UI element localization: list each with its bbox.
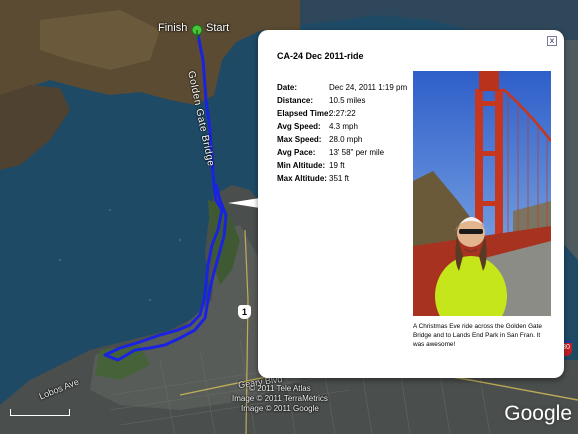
ride-photo bbox=[413, 71, 551, 316]
stat-value: 28.0 mph bbox=[329, 135, 363, 144]
attribution-line-3: Image © 2011 Google bbox=[241, 404, 319, 413]
stat-label: Min Altitude: bbox=[277, 161, 326, 170]
photo-caption: A Christmas Eve ride across the Golden G… bbox=[413, 323, 542, 348]
stat-value: Dec 24, 2011 1:19 pm bbox=[329, 83, 408, 92]
balloon-pointer bbox=[228, 198, 260, 208]
finish-label: Finish bbox=[158, 22, 188, 34]
stat-label: Distance: bbox=[277, 96, 314, 105]
close-icon[interactable]: x bbox=[547, 36, 557, 46]
stat-label: Max Speed: bbox=[277, 135, 322, 144]
stat-label: Avg Pace: bbox=[277, 148, 316, 157]
stat-value: 19 ft bbox=[329, 161, 345, 170]
attribution-line-2: Image © 2011 TerraMetrics bbox=[232, 394, 328, 403]
stat-label: Avg Speed: bbox=[277, 122, 321, 131]
stat-value: 4.3 mph bbox=[329, 122, 358, 131]
stat-label: Elapsed Time: bbox=[277, 109, 332, 118]
attribution-line-1: © 2011 Tele Atlas bbox=[249, 384, 311, 393]
start-label: Start bbox=[206, 22, 230, 34]
map-view[interactable]: Finish Start Golden Gate Bridge Geary Bl… bbox=[0, 0, 578, 434]
map-attribution: © 2011 Tele Atlas Image © 2011 TerraMetr… bbox=[232, 384, 328, 414]
ride-title: CA-24 Dec 2011-ride bbox=[277, 51, 364, 61]
stat-value: 10.5 miles bbox=[329, 96, 366, 105]
stat-value: 2:27:22 bbox=[329, 109, 356, 118]
stat-label: Date: bbox=[277, 83, 298, 92]
highway-shield-icon: 1 bbox=[238, 305, 251, 319]
info-balloon: x CA-24 Dec 2011-ride Date: Dec 24, 2011… bbox=[258, 30, 564, 378]
google-logo: Google bbox=[504, 402, 572, 425]
stat-value: 13' 58" per mile bbox=[329, 148, 385, 157]
stat-value: 351 ft bbox=[329, 174, 350, 183]
scale-bar bbox=[10, 409, 70, 416]
stat-label: Max Altitude: bbox=[277, 174, 327, 183]
